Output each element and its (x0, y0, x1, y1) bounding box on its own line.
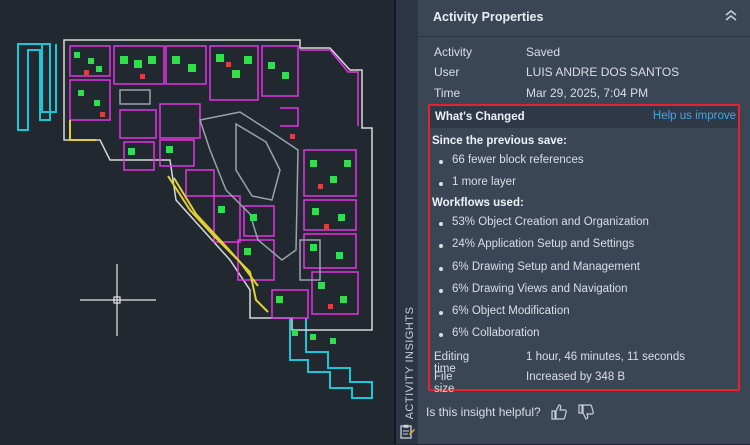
panel-title: Activity Properties (433, 10, 544, 24)
list-item: 53% Object Creation and Organization (439, 216, 649, 228)
workflows-heading: Workflows used: (432, 197, 524, 209)
chevron-double-up-icon[interactable] (724, 8, 738, 24)
list-item: 1 more layer (439, 176, 516, 188)
clipboard-icon[interactable] (399, 424, 415, 440)
whats-changed-header: What's Changed Help us improve (430, 106, 738, 128)
property-value: Saved (526, 45, 561, 59)
feedback-question: Is this insight helpful? (426, 405, 541, 419)
list-item: 6% Drawing Setup and Management (439, 261, 640, 273)
property-key: Activity (434, 45, 473, 59)
whats-changed-section: What's Changed Help us improve Since the… (428, 104, 740, 395)
help-us-improve-link[interactable]: Help us improve (653, 110, 736, 122)
thumbs-down-icon[interactable] (576, 402, 596, 422)
panel-header: Activity Properties (418, 0, 750, 37)
drawing-canvas[interactable] (0, 0, 394, 444)
property-key: Time (434, 86, 461, 100)
since-heading: Since the previous save: (432, 135, 567, 147)
property-value: Increased by 348 B (526, 371, 626, 383)
list-item: 66 fewer block references (439, 154, 584, 166)
property-key: User (434, 65, 460, 79)
property-value: 1 hour, 46 minutes, 11 seconds (526, 351, 685, 363)
property-value: LUIS ANDRE DOS SANTOS (526, 65, 680, 79)
property-value: Mar 29, 2025, 7:04 PM (526, 86, 649, 100)
list-item: 24% Application Setup and Settings (438, 238, 635, 250)
property-key: File size (434, 371, 455, 395)
list-item: 6% Drawing Views and Navigation (439, 283, 628, 295)
list-item: 6% Object Modification (439, 305, 570, 317)
activity-insights-tab[interactable]: ACTIVITY INSIGHTS (396, 0, 418, 444)
list-item: 6% Collaboration (439, 327, 540, 339)
thumbs-up-icon[interactable] (549, 402, 569, 422)
activity-insights-tab-label: ACTIVITY INSIGHTS (404, 306, 416, 420)
whats-changed-title: What's Changed (435, 111, 525, 123)
activity-properties-panel: Activity Properties Activity Saved User … (418, 0, 750, 444)
floor-plan-drawing (17, 39, 373, 399)
crosshair-cursor (80, 264, 156, 336)
